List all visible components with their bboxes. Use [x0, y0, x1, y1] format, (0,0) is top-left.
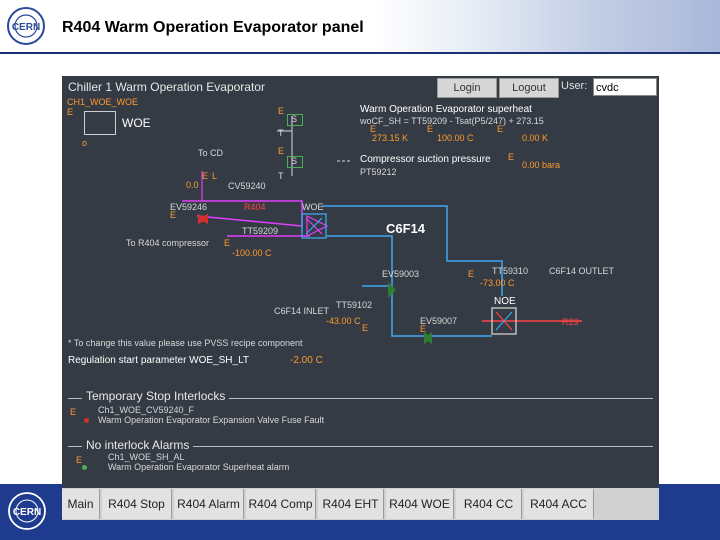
- cern-footer-logo: CERN: [8, 492, 46, 530]
- woe-box[interactable]: [84, 111, 116, 135]
- regulation-value: -2.00 C: [290, 355, 323, 366]
- superheat-value-3: 0.00 K: [522, 133, 549, 143]
- nav-r404-comp[interactable]: R404 Comp: [246, 489, 316, 519]
- s-box-2-label: S: [291, 156, 298, 166]
- nav-r404-alarm[interactable]: R404 Alarm: [174, 489, 244, 519]
- c6f14-outlet-label: C6F14 OUTLET: [549, 266, 615, 276]
- nav-r404-acc[interactable]: R404 ACC: [524, 489, 594, 519]
- svg-text:CERN: CERN: [12, 22, 40, 33]
- superheat-title: Warm Operation Evaporator superheat: [360, 104, 532, 115]
- nav-r404-woe[interactable]: R404 WOE: [386, 489, 454, 519]
- marker-e-9: E: [170, 210, 177, 220]
- c6f14-inlet-label: C6F14 INLET: [274, 306, 330, 316]
- to-cd-label: To CD: [198, 148, 224, 158]
- s-box-1-label: S: [291, 114, 298, 124]
- marker-e-14: E: [70, 407, 77, 417]
- temp-stop-title: Temporary Stop Interlocks: [82, 389, 230, 403]
- to-r404-label: To R404 compressor: [126, 238, 210, 248]
- cv-value: 0.0: [186, 180, 199, 190]
- tt-59102-label: TT59102: [336, 300, 373, 310]
- alarms-title: No interlock Alarms: [82, 438, 194, 452]
- marker-o: o: [82, 138, 88, 148]
- woe-hx-label: WOE: [302, 202, 324, 212]
- compressor-value: 0.00 bara: [522, 160, 561, 170]
- marker-e-11: E: [468, 269, 475, 279]
- marker-t-2: T: [278, 171, 284, 181]
- tt-59310-value: -73.00 C: [480, 278, 515, 288]
- noe-label: NOE: [494, 296, 516, 307]
- nav-r404-stop[interactable]: R404 Stop: [102, 489, 172, 519]
- marker-e-13: E: [420, 324, 427, 334]
- compressor-pt-label: PT59212: [360, 167, 397, 177]
- r404-label: R404: [244, 202, 266, 212]
- marker-e-8: E: [508, 152, 515, 162]
- temp-stop-id: Ch1_WOE_CV59240_F: [98, 405, 195, 415]
- marker-t-1: T: [278, 128, 284, 138]
- temp-stop-desc: Warm Operation Evaporator Expansion Valv…: [98, 415, 325, 425]
- nav-r404-eht[interactable]: R404 EHT: [318, 489, 384, 519]
- tt-59102-value: -43.00 C: [326, 316, 361, 326]
- alarm-red-dot-icon: [84, 418, 89, 423]
- superheat-equation: woCF_SH = TT59209 - Tsat(P5/247) + 273.1…: [360, 116, 544, 126]
- marker-e-2: E: [278, 106, 285, 116]
- tt-value: -100.00 C: [232, 248, 272, 258]
- tt-59310-label: TT59310: [492, 266, 529, 276]
- recipe-note: * To change this value please use PVSS r…: [68, 338, 303, 348]
- marker-e-6: E: [497, 124, 504, 134]
- compressor-suction-label: Compressor suction pressure: [360, 154, 491, 165]
- marker-e-5: E: [427, 124, 434, 134]
- slide-title: R404 Warm Operation Evaporator panel: [62, 19, 364, 36]
- scada-panel: Chiller 1 Warm Operation Evaporator Logi…: [62, 76, 659, 520]
- woe-box-label: WOE: [122, 116, 151, 130]
- cv-label: CV59240: [228, 181, 266, 191]
- marker-e-12: E: [362, 323, 369, 333]
- marker-e-1: E: [67, 107, 74, 117]
- alarm-desc: Warm Operation Evaporator Superheat alar…: [108, 462, 290, 472]
- tt-label: TT59209: [242, 226, 279, 236]
- alarm-id: Ch1_WOE_SH_AL: [108, 452, 185, 462]
- cern-logo: CERN: [7, 7, 45, 45]
- regulation-label: Regulation start parameter WOE_SH_LT: [68, 355, 250, 366]
- bottom-nav: Main R404 Stop R404 Alarm R404 Comp R404…: [62, 488, 659, 520]
- marker-e-7: E: [202, 171, 209, 181]
- marker-e-15: E: [76, 455, 83, 465]
- marker-e-3: E: [278, 146, 285, 156]
- marker-l: L: [212, 171, 218, 181]
- alarm-green-dot-icon: [82, 465, 87, 470]
- c6f14-label: C6F14: [386, 221, 426, 236]
- ev-59003-label: EV59003: [382, 269, 420, 279]
- header-divider: [0, 52, 720, 54]
- woe-tag-label: CH1_WOE_WOE: [67, 97, 139, 107]
- svg-text:CERN: CERN: [13, 507, 41, 518]
- nav-r404-cc[interactable]: R404 CC: [456, 489, 522, 519]
- nav-main[interactable]: Main: [62, 489, 100, 519]
- superheat-value-2: 100.00 C: [437, 133, 474, 143]
- superheat-value-1: 273.15 K: [372, 133, 409, 143]
- marker-e-10: E: [224, 238, 231, 248]
- r23-label: R23: [562, 317, 579, 327]
